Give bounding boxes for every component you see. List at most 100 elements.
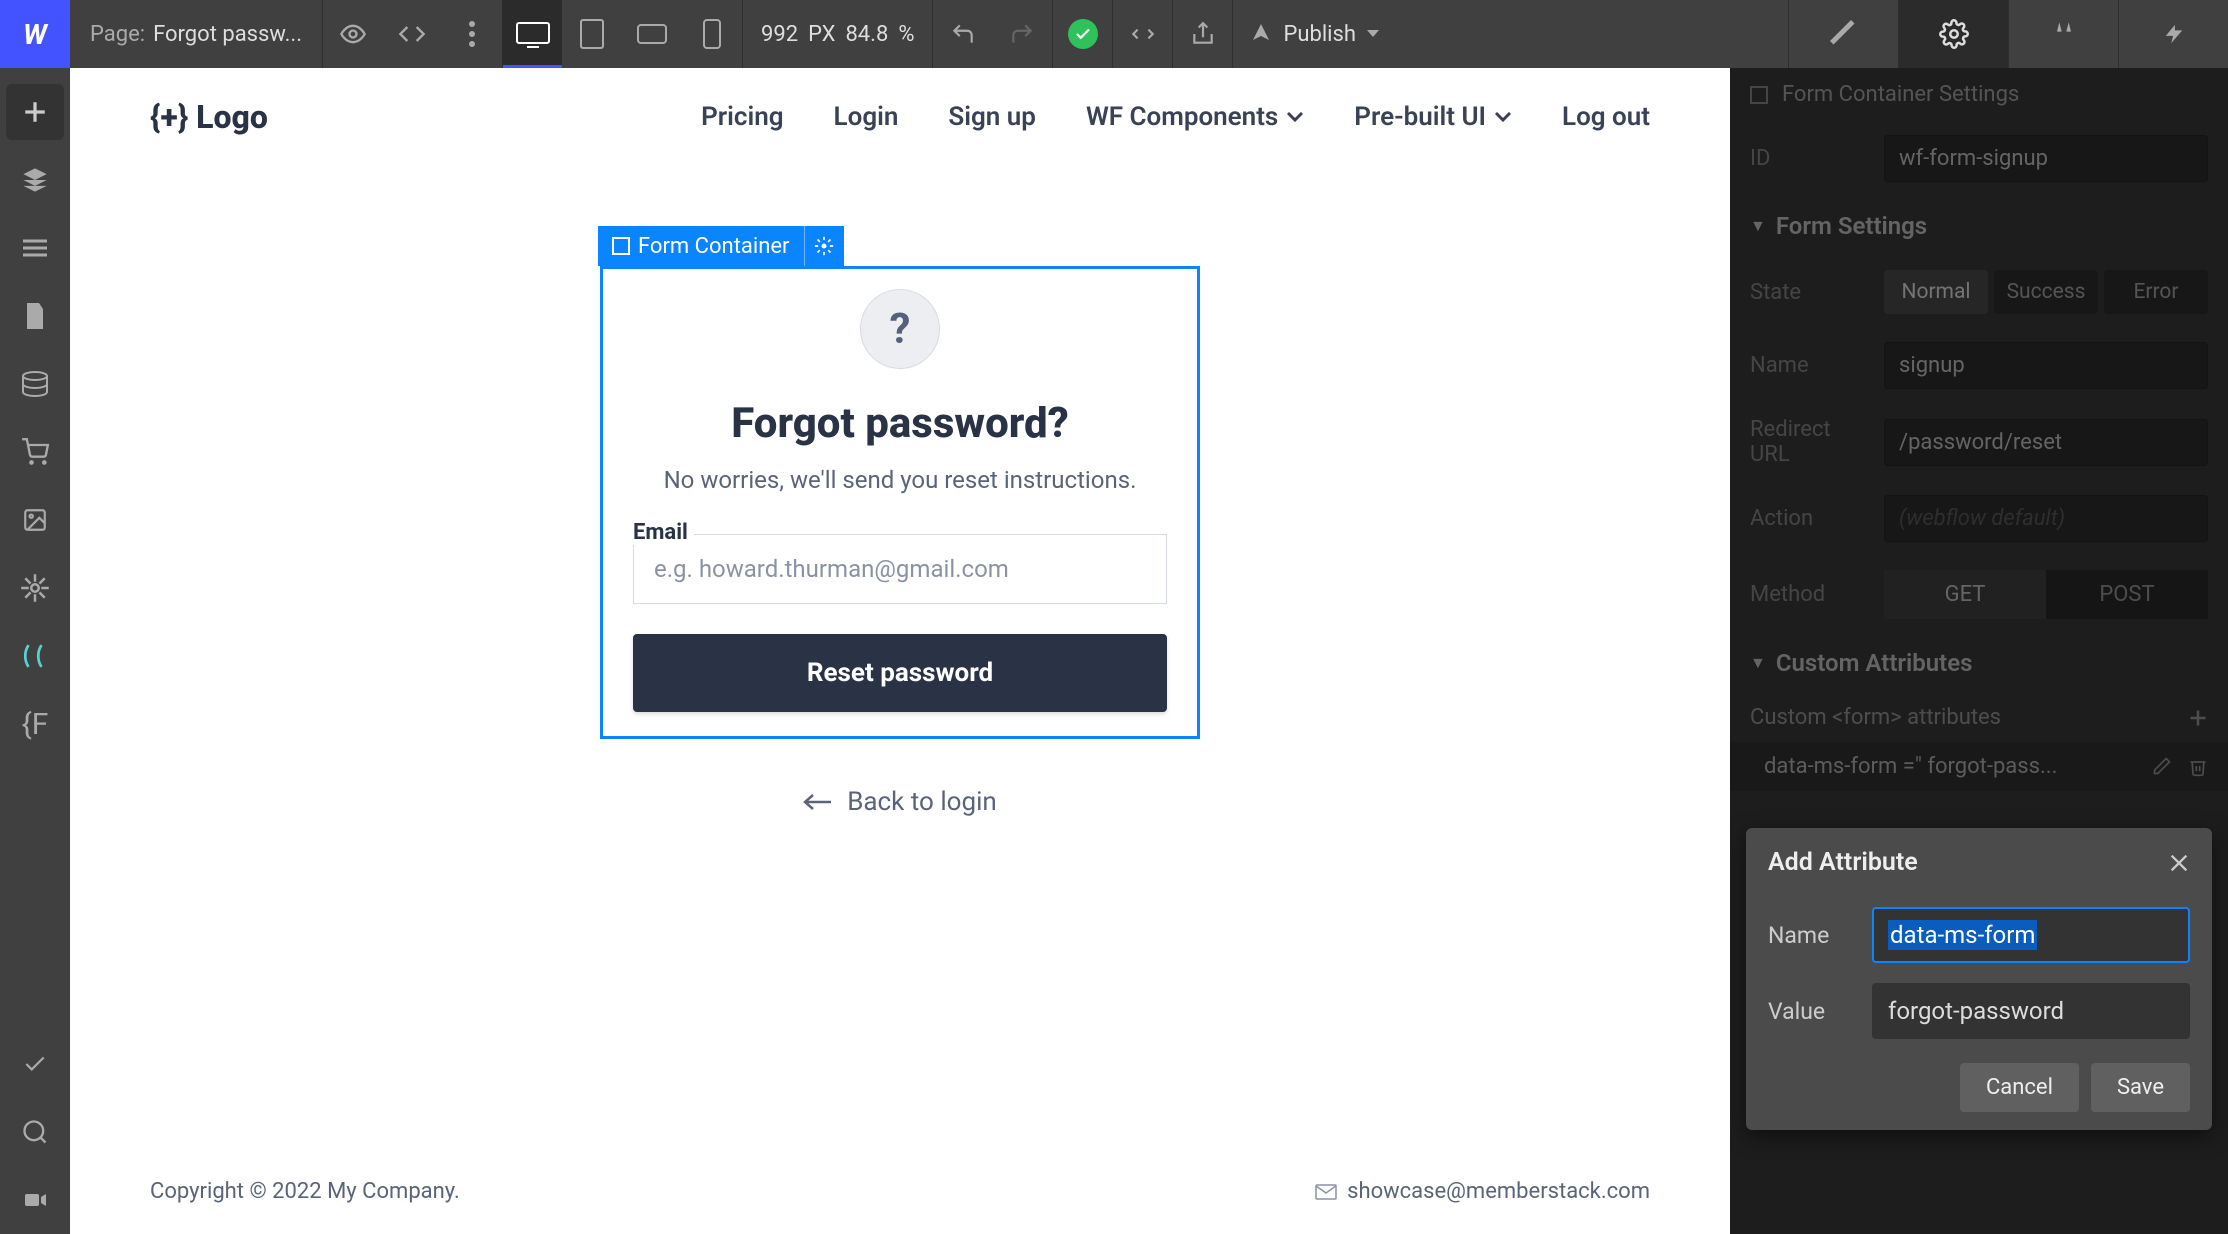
- attr-name-input[interactable]: data-ms-form: [1872, 907, 2190, 963]
- action-label: Action: [1750, 506, 1870, 531]
- element-heading-row: Form Container Settings: [1730, 68, 2228, 121]
- interactions-tab-icon[interactable]: [2118, 0, 2228, 68]
- nav-login[interactable]: Login: [834, 102, 899, 132]
- state-error-button[interactable]: Error: [2104, 270, 2208, 314]
- popover-close-icon[interactable]: [2168, 852, 2190, 874]
- canvas-zoom-unit: %: [898, 22, 914, 47]
- canvas-zoom-value: 84.8: [845, 22, 888, 47]
- style-panel-tab-icon[interactable]: [1788, 0, 1898, 68]
- site-logo[interactable]: {+} Logo: [150, 98, 268, 136]
- method-get-button[interactable]: GET: [1884, 570, 2046, 619]
- back-to-login-label: Back to login: [847, 787, 997, 817]
- canvas-width-value: 992: [761, 22, 798, 47]
- custom-attributes-heading[interactable]: ▼ Custom Attributes: [1730, 633, 2228, 693]
- canvas-size-display[interactable]: 992 PX 84.8 %: [742, 0, 932, 68]
- breakpoint-mobile-icon[interactable]: [682, 0, 742, 68]
- form-container[interactable]: ? Forgot password? No worries, we'll sen…: [600, 266, 1200, 739]
- nav-logout[interactable]: Log out: [1562, 102, 1650, 132]
- edit-attribute-icon[interactable]: [2152, 756, 2172, 778]
- more-menu-icon[interactable]: [442, 0, 502, 68]
- code-export-icon[interactable]: [1112, 0, 1172, 68]
- page-selector[interactable]: Page: Forgot passw...: [70, 22, 322, 47]
- add-attribute-icon[interactable]: [2188, 708, 2208, 728]
- status-check-icon[interactable]: [1052, 0, 1112, 68]
- app-icon-1[interactable]: [0, 622, 70, 690]
- name-input[interactable]: signup: [1884, 342, 2208, 389]
- publish-button[interactable]: Publish: [1232, 0, 1396, 68]
- attribute-entry-row[interactable]: data-ms-form =" forgot-pass...: [1730, 742, 2228, 791]
- symbols-icon[interactable]: [0, 146, 70, 214]
- top-toolbar: W Page: Forgot passw... 992 PX 84.8 %: [0, 0, 2228, 68]
- app-icon-2[interactable]: {F: [0, 690, 70, 758]
- undo-icon[interactable]: [932, 0, 992, 68]
- redirect-input[interactable]: /password/reset: [1884, 419, 2208, 466]
- footer-email-link[interactable]: showcase@memberstack.com: [1315, 1179, 1650, 1204]
- nav-signup[interactable]: Sign up: [948, 102, 1036, 132]
- custom-code-icon[interactable]: [382, 0, 442, 68]
- arrow-left-icon: [803, 793, 833, 811]
- attr-value-input[interactable]: forgot-password: [1872, 983, 2190, 1039]
- settings-panel-tab-icon[interactable]: [1898, 0, 2008, 68]
- id-input[interactable]: wf-form-signup: [1884, 135, 2208, 182]
- selection-badge[interactable]: Form Container: [598, 226, 844, 266]
- add-elements-icon[interactable]: [6, 84, 64, 140]
- webflow-logo[interactable]: W: [0, 0, 70, 68]
- nav-prebuilt-ui[interactable]: Pre-built UI: [1354, 102, 1512, 132]
- delete-attribute-icon[interactable]: [2188, 756, 2208, 778]
- cms-icon[interactable]: [0, 350, 70, 418]
- method-row: Method GET POST: [1730, 556, 2228, 633]
- breakpoint-desktop-icon[interactable]: [502, 0, 562, 68]
- id-row: ID wf-form-signup: [1730, 121, 2228, 196]
- left-sidebar: {F: [0, 68, 70, 1234]
- id-label: ID: [1750, 146, 1870, 171]
- state-success-button[interactable]: Success: [1994, 270, 2098, 314]
- nav-wf-components[interactable]: WF Components: [1086, 102, 1304, 132]
- form-title: Forgot password?: [731, 399, 1069, 448]
- selection-badge-label: Form Container: [638, 234, 790, 259]
- selection-badge-settings-icon[interactable]: [804, 226, 844, 266]
- assets-icon[interactable]: [0, 486, 70, 554]
- breakpoint-landscape-mobile-icon[interactable]: [622, 0, 682, 68]
- navigator-icon[interactable]: [0, 214, 70, 282]
- search-icon[interactable]: [0, 1098, 70, 1166]
- state-label: State: [1750, 280, 1870, 305]
- footer-copyright: Copyright © 2022 My Company.: [150, 1179, 460, 1204]
- page-name: Forgot passw...: [153, 22, 302, 47]
- audit-icon[interactable]: [0, 1030, 70, 1098]
- caret-down-icon: ▼: [1750, 216, 1766, 236]
- breakpoint-tablet-icon[interactable]: [562, 0, 622, 68]
- chevron-down-icon: [1286, 111, 1304, 123]
- style-manager-tab-icon[interactable]: [2008, 0, 2118, 68]
- attr-name-label: Name: [1768, 922, 1858, 949]
- reset-password-button[interactable]: Reset password: [633, 634, 1167, 712]
- chevron-down-icon: [1494, 111, 1512, 123]
- nav-pricing[interactable]: Pricing: [701, 102, 783, 132]
- ecommerce-icon[interactable]: [0, 418, 70, 486]
- form-settings-heading[interactable]: ▼ Form Settings: [1730, 196, 2228, 256]
- site-footer: Copyright © 2022 My Company. showcase@me…: [150, 1179, 1650, 1204]
- method-segmented: GET POST: [1884, 570, 2208, 619]
- canvas-width-unit: PX: [808, 22, 835, 47]
- settings-icon[interactable]: [0, 554, 70, 622]
- redirect-label: Redirect URL: [1750, 417, 1870, 467]
- design-canvas[interactable]: {+} Logo Pricing Login Sign up WF Compon…: [70, 68, 1730, 1234]
- name-label: Name: [1750, 353, 1870, 378]
- email-input[interactable]: e.g. howard.thurman@gmail.com: [633, 535, 1167, 604]
- attribute-entry-text: data-ms-form =" forgot-pass...: [1764, 754, 2057, 779]
- back-to-login-link[interactable]: Back to login: [600, 787, 1200, 817]
- preview-eye-icon[interactable]: [322, 0, 382, 68]
- share-icon[interactable]: [1172, 0, 1232, 68]
- add-attribute-popover: Add Attribute Name data-ms-form Value fo…: [1746, 828, 2212, 1130]
- cancel-button[interactable]: Cancel: [1960, 1063, 2079, 1112]
- save-button[interactable]: Save: [2091, 1063, 2190, 1112]
- method-label: Method: [1750, 582, 1870, 607]
- redirect-row: Redirect URL /password/reset: [1730, 403, 2228, 481]
- caret-down-icon: ▼: [1750, 653, 1766, 673]
- state-normal-button[interactable]: Normal: [1884, 270, 1988, 314]
- video-help-icon[interactable]: [0, 1166, 70, 1234]
- settings-panel: Form Container Settings ID wf-form-signu…: [1730, 68, 2228, 1234]
- pages-icon[interactable]: [0, 282, 70, 350]
- method-post-button[interactable]: POST: [2046, 570, 2208, 619]
- action-input[interactable]: (webflow default): [1884, 495, 2208, 542]
- redo-icon[interactable]: [992, 0, 1052, 68]
